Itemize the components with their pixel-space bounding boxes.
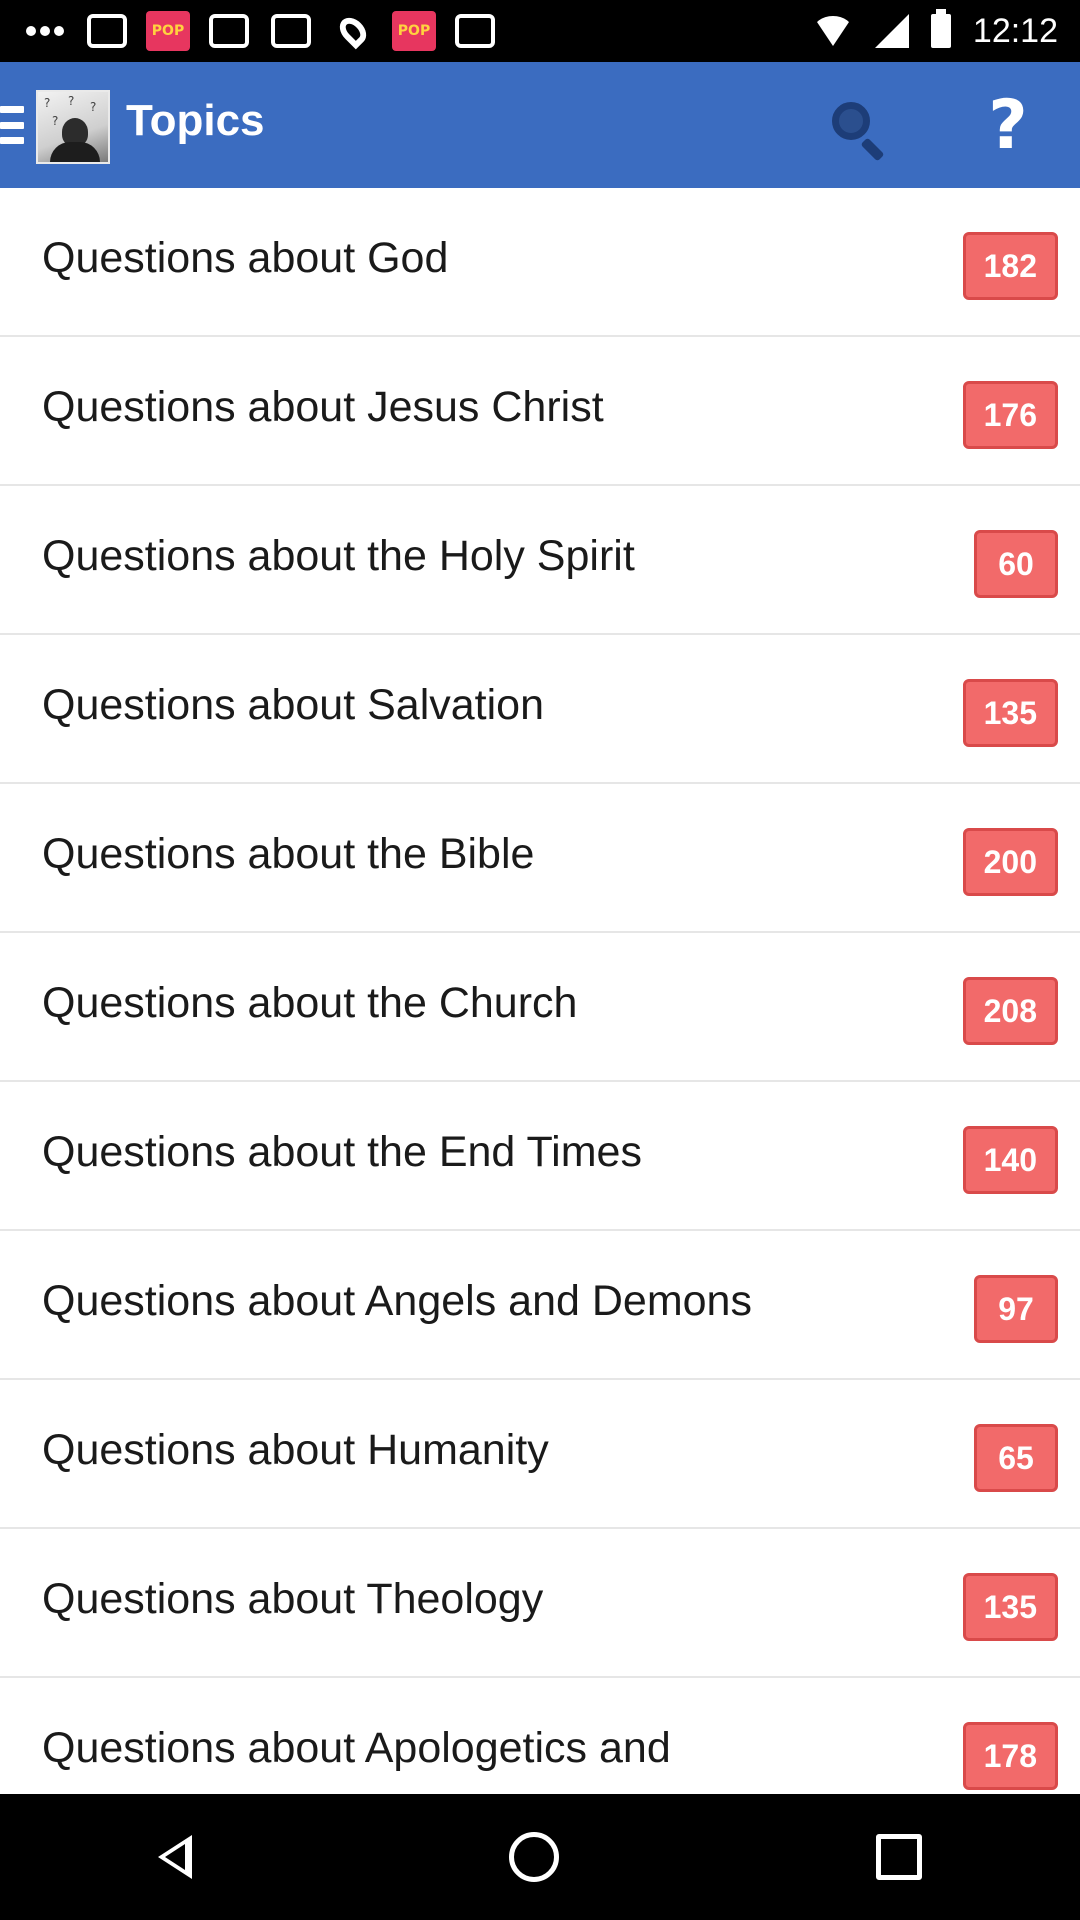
question-count-badge: 140 bbox=[962, 1126, 1058, 1194]
signal-icon bbox=[874, 14, 909, 48]
topic-list[interactable]: Questions about God 182 Questions about … bbox=[0, 188, 1080, 1794]
help-icon[interactable]: ? bbox=[978, 90, 1038, 162]
status-bar: POP POP 12:12 bbox=[0, 0, 1080, 62]
image-icon bbox=[206, 13, 252, 49]
app-logo[interactable]: ? ? ? ? bbox=[36, 90, 110, 164]
battery-icon bbox=[930, 9, 951, 48]
person-body bbox=[50, 142, 100, 162]
topic-label: Questions about the Church bbox=[42, 979, 578, 1027]
page-title: Topics bbox=[126, 96, 265, 145]
list-item[interactable]: Questions about the Bible 200 bbox=[0, 784, 1080, 933]
topic-label: Questions about Angels and Demons bbox=[42, 1277, 752, 1325]
app-bar: ? ? ? ? Topics ? bbox=[0, 62, 1080, 188]
recents-icon[interactable] bbox=[875, 1834, 922, 1880]
question-count-badge: 60 bbox=[974, 530, 1058, 598]
question-count-badge: 182 bbox=[962, 232, 1058, 300]
wifi-icon bbox=[812, 16, 853, 46]
topic-label: Questions about Apologetics and bbox=[42, 1724, 671, 1772]
question-count-badge: 135 bbox=[962, 1573, 1058, 1641]
topic-label: Questions about Humanity bbox=[42, 1426, 549, 1474]
question-mark-decoration: ? bbox=[44, 96, 51, 110]
list-item[interactable]: Questions about Theology 135 bbox=[0, 1529, 1080, 1678]
list-item[interactable]: Questions about God 182 bbox=[0, 188, 1080, 337]
image-icon bbox=[84, 13, 130, 49]
menu-icon[interactable] bbox=[0, 106, 24, 144]
question-count-badge: 65 bbox=[974, 1424, 1058, 1492]
back-icon[interactable] bbox=[158, 1835, 193, 1879]
system-status: 12:12 bbox=[812, 0, 1058, 62]
question-mark-decoration: ? bbox=[52, 114, 59, 128]
list-item[interactable]: Questions about Angels and Demons 97 bbox=[0, 1231, 1080, 1380]
location-pin-icon bbox=[330, 12, 376, 50]
topic-label: Questions about the End Times bbox=[42, 1128, 642, 1176]
navigation-bar bbox=[0, 1794, 1080, 1920]
question-count-badge: 97 bbox=[974, 1275, 1058, 1343]
list-item[interactable]: Questions about Jesus Christ 176 bbox=[0, 337, 1080, 486]
topic-label: Questions about the Bible bbox=[42, 830, 535, 878]
more-dots-icon bbox=[22, 13, 68, 49]
question-count-badge: 208 bbox=[962, 977, 1058, 1045]
topic-label: Questions about the Holy Spirit bbox=[42, 532, 635, 580]
list-item[interactable]: Questions about Apologetics and 178 bbox=[0, 1678, 1080, 1794]
list-item[interactable]: Questions about Salvation 135 bbox=[0, 635, 1080, 784]
list-item[interactable]: Questions about Humanity 65 bbox=[0, 1380, 1080, 1529]
pop-app-icon: POP bbox=[392, 11, 436, 51]
image-icon bbox=[452, 13, 498, 49]
question-mark-decoration: ? bbox=[90, 100, 97, 114]
question-count-badge: 178 bbox=[962, 1722, 1058, 1790]
list-item[interactable]: Questions about the End Times 140 bbox=[0, 1082, 1080, 1231]
pop-app-icon: POP bbox=[146, 11, 190, 51]
search-icon[interactable] bbox=[826, 98, 890, 162]
topic-label: Questions about Theology bbox=[42, 1575, 544, 1623]
question-count-badge: 176 bbox=[962, 381, 1058, 449]
question-count-badge: 200 bbox=[962, 828, 1058, 896]
home-icon[interactable] bbox=[508, 1832, 559, 1882]
list-item[interactable]: Questions about the Church 208 bbox=[0, 933, 1080, 1082]
topic-label: Questions about God bbox=[42, 234, 449, 282]
image-icon bbox=[268, 13, 314, 49]
status-time: 12:12 bbox=[972, 11, 1058, 50]
notification-icons: POP POP bbox=[22, 11, 498, 51]
question-mark-decoration: ? bbox=[68, 94, 75, 108]
question-count-badge: 135 bbox=[962, 679, 1058, 747]
topic-label: Questions about Jesus Christ bbox=[42, 383, 604, 431]
list-item[interactable]: Questions about the Holy Spirit 60 bbox=[0, 486, 1080, 635]
topic-label: Questions about Salvation bbox=[42, 681, 544, 729]
